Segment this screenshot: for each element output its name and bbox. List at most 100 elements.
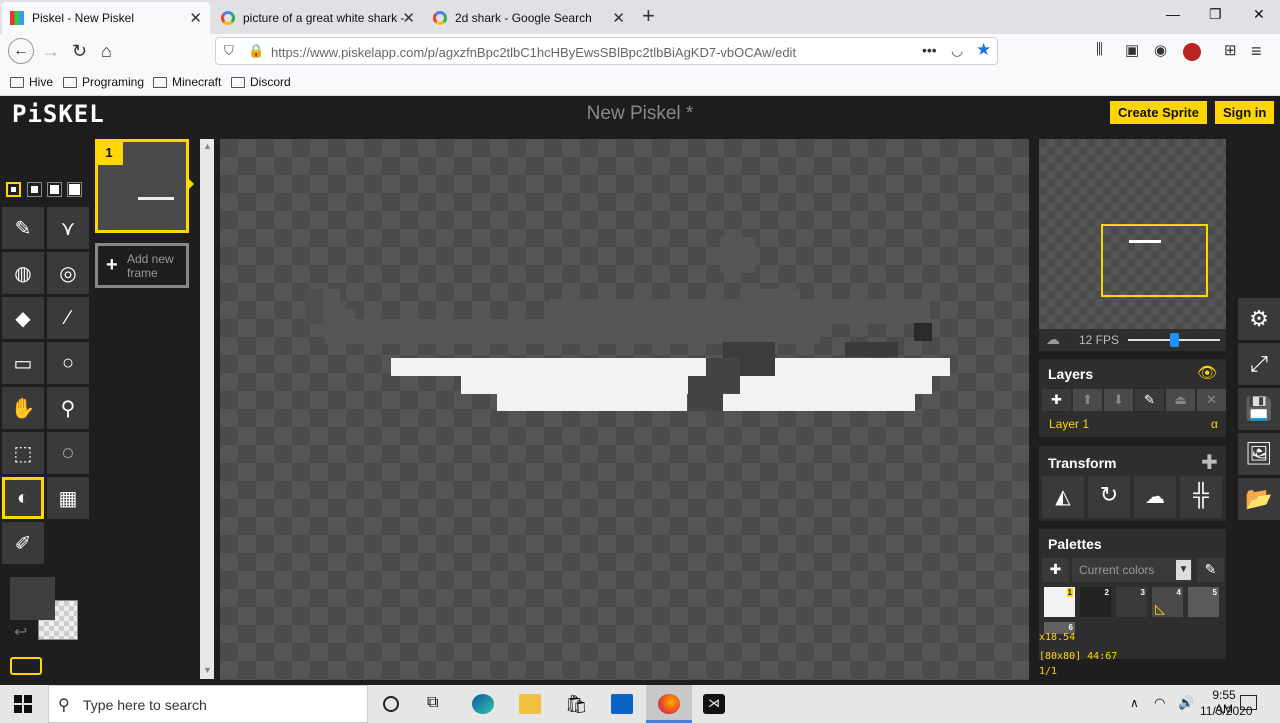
minimize-icon[interactable]: — (1166, 6, 1180, 22)
forward-icon[interactable]: → (42, 41, 60, 62)
chevron-down-icon[interactable]: ▼ (1176, 560, 1191, 580)
addons-icon[interactable]: ⊞ (1224, 41, 1237, 59)
windows-start-icon[interactable] (14, 695, 32, 713)
layer-alpha-label[interactable]: α (1211, 417, 1218, 431)
circle-tool-icon[interactable]: ○ (47, 342, 89, 384)
add-layer-icon[interactable]: ✚ (1042, 389, 1071, 411)
save-icon[interactable]: 💾 (1238, 388, 1280, 430)
lighten-tool-icon[interactable]: ◐ (2, 477, 44, 519)
scroll-down-icon[interactable]: ▼ (203, 665, 212, 675)
edge-icon[interactable] (472, 694, 494, 714)
extension-icon[interactable] (1183, 43, 1201, 61)
shape-selection-icon[interactable]: ⚲ (47, 387, 89, 429)
reload-icon[interactable]: ↻ (72, 41, 87, 62)
new-tab-button[interactable]: + (642, 3, 655, 29)
mail-icon[interactable] (611, 694, 633, 714)
center-align-icon[interactable]: ╬ (1180, 476, 1222, 518)
pen-size-4[interactable] (67, 182, 82, 197)
tab-shark-picture[interactable]: picture of a great white shark - ✕ (213, 2, 423, 34)
notification-icon[interactable] (1240, 695, 1257, 710)
create-sprite-button[interactable]: Create Sprite (1110, 101, 1207, 124)
drawing-canvas[interactable] (220, 139, 1029, 680)
visual-studio-icon[interactable]: ⋊ (703, 694, 725, 714)
frames-scrollbar[interactable]: ▲ ▼ (200, 139, 214, 679)
paint-all-same-color-icon[interactable]: ◎ (47, 252, 89, 294)
eye-icon[interactable]: 👁 (1197, 363, 1217, 383)
settings-gear-icon[interactable]: ⚙ (1238, 298, 1280, 340)
dithering-tool-icon[interactable]: ▦ (47, 477, 89, 519)
rectangle-tool-icon[interactable]: ▭ (2, 342, 44, 384)
url-bar[interactable]: ⛉ 🔒 https://www.piskelapp.com/p/agxzfnBp… (215, 37, 998, 65)
bookmark-star-icon[interactable]: ★ (976, 40, 991, 60)
palette-select[interactable]: Current colors (1072, 558, 1192, 582)
cortana-icon[interactable] (383, 696, 399, 712)
palette-swatch[interactable]: 3 (1116, 587, 1147, 617)
store-icon[interactable]: 🛍 (565, 694, 588, 714)
file-explorer-icon[interactable] (519, 694, 541, 714)
tab-piskel[interactable]: Piskel - New Piskel ✕ (2, 2, 210, 34)
add-new-frame-button[interactable]: + Add new frame (95, 243, 189, 288)
pocket-icon[interactable]: ◡ (951, 42, 963, 59)
window-close-icon[interactable]: ✕ (1253, 6, 1265, 23)
back-icon[interactable]: ← (8, 38, 34, 64)
maximize-icon[interactable]: ❐ (1209, 6, 1222, 23)
pen-tool-icon[interactable]: ✎ (2, 207, 44, 249)
chevron-up-icon[interactable]: ∧ (1130, 696, 1139, 710)
library-icon[interactable]: ⫼ (1096, 41, 1103, 58)
wifi-icon[interactable]: ◠ (1154, 695, 1165, 711)
fps-slider-handle[interactable] (1170, 333, 1179, 347)
paint-bucket-icon[interactable]: ◍ (2, 252, 44, 294)
bookmark-minecraft[interactable]: Minecraft (153, 75, 221, 89)
page-actions-icon[interactable]: ••• (922, 42, 937, 58)
export-image-icon[interactable]: 🖼 (1238, 433, 1280, 475)
close-tab-icon[interactable]: ✕ (402, 9, 415, 27)
onion-skin-icon[interactable]: ☁ (1046, 331, 1060, 348)
layer-1-label[interactable]: Layer 1 (1049, 417, 1089, 431)
firefox-taskbar-button[interactable] (646, 685, 692, 723)
menu-icon[interactable]: ≡ (1251, 41, 1262, 62)
rotate-icon[interactable]: ↻ (1088, 476, 1130, 518)
color-picker-icon[interactable]: ✐ (2, 522, 44, 564)
account-icon[interactable]: ◉ (1154, 41, 1167, 59)
open-folder-icon[interactable]: 📂 (1238, 478, 1280, 520)
keyboard-shortcuts-icon[interactable] (10, 657, 42, 675)
close-tab-icon[interactable]: ✕ (189, 9, 202, 27)
tab-google-search[interactable]: 2d shark - Google Search ✕ (425, 2, 633, 34)
add-palette-icon[interactable]: ✚ (1042, 558, 1069, 582)
palette-swatch[interactable]: 5 (1188, 587, 1219, 617)
close-tab-icon[interactable]: ✕ (612, 9, 625, 27)
clone-sheep-icon[interactable]: ☁ (1134, 476, 1176, 518)
move-layer-up-icon[interactable]: ⬆ (1073, 389, 1102, 411)
transform-expand-icon[interactable]: ✚ (1201, 450, 1218, 475)
home-icon[interactable]: ⌂ (101, 41, 112, 62)
pen-size-2[interactable] (27, 182, 42, 197)
swap-colors-icon[interactable]: ↩ (14, 622, 27, 642)
task-view-icon[interactable]: ⧉ (427, 694, 449, 714)
delete-layer-icon[interactable]: ✕ (1197, 389, 1226, 411)
palette-swatch[interactable]: 1 (1044, 587, 1075, 617)
sidebar-icon[interactable]: ▣ (1125, 41, 1139, 59)
lasso-selection-icon[interactable]: ◌ (47, 432, 89, 474)
stroke-tool-icon[interactable]: ∕ (47, 297, 89, 339)
edit-palette-icon[interactable]: ✎ (1197, 558, 1224, 582)
preview-viewport-frame[interactable] (1101, 224, 1208, 297)
resize-icon[interactable]: ⤢ (1238, 343, 1280, 385)
edit-layer-icon[interactable]: ✎ (1135, 389, 1164, 411)
palette-swatch[interactable]: 2 (1080, 587, 1111, 617)
url-text[interactable]: https://www.piskelapp.com/p/agxzfnBpc2tl… (271, 45, 796, 60)
shield-icon[interactable]: ⛉ (224, 43, 234, 59)
taskbar-search[interactable]: ⚲ Type here to search (48, 685, 368, 723)
bookmark-programing[interactable]: Programing (63, 75, 144, 89)
primary-color[interactable] (10, 577, 55, 620)
merge-layer-icon[interactable]: ⏏ (1166, 389, 1195, 411)
bookmark-hive[interactable]: Hive (10, 75, 53, 89)
sign-in-button[interactable]: Sign in (1215, 101, 1275, 124)
rectangle-selection-icon[interactable]: ⬚ (2, 432, 44, 474)
pen-size-1[interactable] (6, 182, 21, 197)
move-layer-down-icon[interactable]: ⬇ (1104, 389, 1133, 411)
flip-icon[interactable]: ◭ (1042, 476, 1084, 518)
bookmark-discord[interactable]: Discord (231, 75, 291, 89)
pen-size-3[interactable] (47, 182, 62, 197)
palette-swatch[interactable]: ◺ 4 (1152, 587, 1183, 617)
mirror-pen-tool-icon[interactable]: ⋎ (47, 207, 89, 249)
